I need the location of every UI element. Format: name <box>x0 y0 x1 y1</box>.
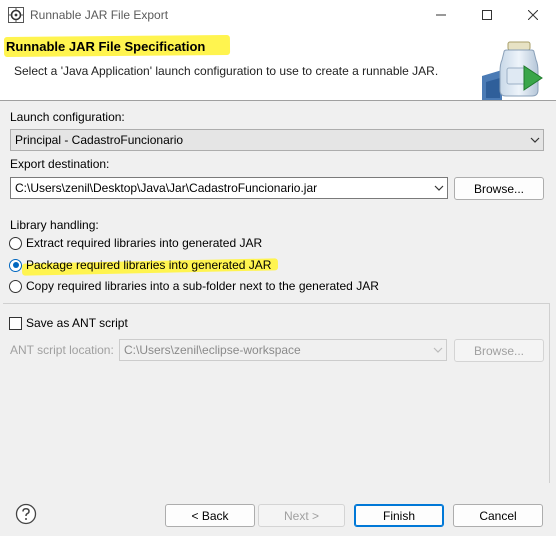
radio-label: Copy required libraries into a sub-folde… <box>26 279 379 293</box>
chevron-down-icon <box>530 137 540 143</box>
ant-browse-button[interactable]: Browse... <box>454 339 544 362</box>
page-description: Select a 'Java Application' launch confi… <box>14 64 439 78</box>
finish-button[interactable]: Finish <box>354 504 444 527</box>
section-border <box>549 303 550 483</box>
help-icon[interactable] <box>15 503 37 525</box>
wizard-header: Runnable JAR File Specification Select a… <box>0 30 556 100</box>
radio-button[interactable] <box>9 236 22 250</box>
launch-config-combo[interactable]: Principal - CadastroFuncionario <box>10 129 544 151</box>
save-ant-label: Save as ANT script <box>26 316 128 330</box>
close-icon <box>528 10 538 20</box>
title-bar: Runnable JAR File Export <box>0 0 556 30</box>
export-destination-label: Export destination: <box>10 157 110 171</box>
window-title: Runnable JAR File Export <box>30 8 169 22</box>
export-destination-combo[interactable]: C:\Users\zenil\Desktop\Java\Jar\Cadastro… <box>10 177 448 199</box>
ant-location-label: ANT script location: <box>10 343 114 357</box>
back-button[interactable]: < Back <box>165 504 255 527</box>
eclipse-app-icon <box>8 7 24 23</box>
cancel-button[interactable]: Cancel <box>453 504 543 527</box>
save-ant-checkbox[interactable] <box>9 316 22 330</box>
radio-button[interactable] <box>9 258 22 272</box>
minimize-icon <box>436 14 446 16</box>
chevron-down-icon <box>433 347 443 353</box>
radio-extract-libraries[interactable]: Extract required libraries into generate… <box>9 234 262 252</box>
jar-export-banner-icon <box>482 41 543 100</box>
page-title: Runnable JAR File Specification <box>6 39 206 54</box>
export-destination-value: C:\Users\zenil\Desktop\Java\Jar\Cadastro… <box>15 181 318 195</box>
ant-location-combo[interactable]: C:\Users\zenil\eclipse-workspace <box>119 339 447 361</box>
radio-label: Package required libraries into generate… <box>26 258 272 272</box>
maximize-icon <box>482 10 492 20</box>
next-button[interactable]: Next > <box>258 504 345 527</box>
library-handling-label: Library handling: <box>10 218 99 232</box>
launch-config-value: Principal - CadastroFuncionario <box>15 133 184 147</box>
chevron-down-icon <box>434 185 444 191</box>
export-browse-button[interactable]: Browse... <box>454 177 544 200</box>
launch-config-label: Launch configuration: <box>10 110 125 124</box>
save-ant-checkbox-row[interactable]: Save as ANT script <box>9 316 128 330</box>
ant-location-value: C:\Users\zenil\eclipse-workspace <box>124 343 301 357</box>
radio-label: Extract required libraries into generate… <box>26 236 263 250</box>
section-divider <box>3 303 550 304</box>
radio-package-libraries[interactable]: Package required libraries into generate… <box>9 256 271 274</box>
radio-copy-libraries[interactable]: Copy required libraries into a sub-folde… <box>9 277 379 295</box>
close-button[interactable] <box>510 0 556 30</box>
minimize-button[interactable] <box>418 0 464 30</box>
maximize-button[interactable] <box>464 0 510 30</box>
radio-button[interactable] <box>9 279 22 293</box>
